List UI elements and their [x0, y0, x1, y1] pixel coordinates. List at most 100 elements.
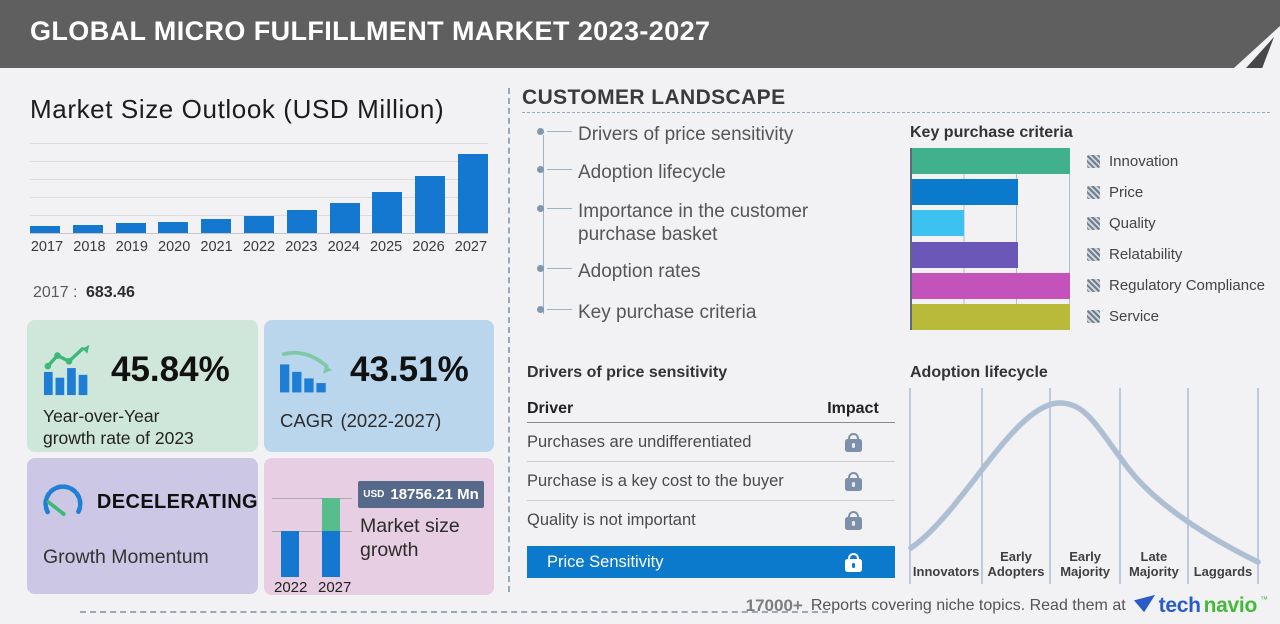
key-purchase-criteria-chart [910, 148, 1070, 330]
base-year-value: 2017 : 683.46 [33, 284, 135, 302]
criteria-bar [912, 179, 1018, 205]
legend-hatch-icon [1087, 217, 1100, 230]
impact-cell [811, 472, 895, 491]
customer-landscape-item: Adoption lifecycle [578, 162, 858, 185]
criteria-bar [912, 242, 1018, 268]
legend-label: Regulatory Compliance [1109, 277, 1265, 294]
decline-trend-icon [280, 346, 336, 394]
growth-card-label: Market size growth [360, 514, 480, 563]
customer-landscape-item: Adoption rates [578, 261, 858, 284]
driver-row: Purchase is a key cost to the buyer [527, 462, 895, 501]
axis-year-label: 2023 [280, 239, 322, 255]
axis-year-label: 2020 [153, 239, 195, 255]
market-size-bar [30, 226, 60, 233]
customer-landscape-item: Importance in the customer purchase bask… [578, 201, 858, 247]
technavio-brand-navio: navio [1204, 594, 1257, 618]
market-size-bar [116, 223, 146, 233]
impact-column-header: Impact [811, 400, 895, 418]
axis-year-label: 2017 [26, 239, 68, 255]
cagr-card: 43.51% CAGR (2022-2027) [264, 320, 494, 452]
market-size-chart [30, 143, 488, 234]
key-purchase-criteria-legend: Innovation Price Quality Relatability Regula… [1087, 148, 1265, 330]
axis-year-label: 2018 [68, 239, 110, 255]
growth-amount: 18756.21 Mn [390, 486, 478, 503]
criteria-bar [912, 273, 1070, 299]
criteria-bar [912, 304, 1070, 330]
axis-year-label: 2019 [111, 239, 153, 255]
criteria-bar [912, 148, 1070, 174]
axis-year-label: 2022 [238, 239, 280, 255]
yoy-growth-caption-line1: Year-over-Year [43, 406, 258, 428]
legend-item: Innovation [1087, 148, 1265, 174]
driver-name: Purchase is a key cost to the buyer [527, 472, 784, 491]
technavio-arrow-icon [1134, 594, 1156, 614]
cagr-value: 43.51% [350, 350, 469, 390]
growth-momentum-card: DECELERATING Growth Momentum [27, 458, 258, 594]
lock-icon [845, 478, 862, 491]
growth-trend-icon [43, 344, 97, 396]
adoption-stage-label: EarlyAdopters [981, 550, 1051, 580]
market-size-title: Market Size Outlook (USD Million) [30, 94, 444, 125]
base-year-label: 2017 : [33, 284, 77, 301]
adoption-lifecycle-title: Adoption lifecycle [910, 364, 1048, 382]
panel-divider [508, 88, 510, 592]
legend-label: Service [1109, 308, 1159, 325]
price-sensitivity-table: Driver Impact Purchases are undifferenti… [527, 396, 895, 539]
axis-year-label: 2021 [196, 239, 238, 255]
footer-text: Reports covering niche topics. Read them… [811, 597, 1126, 615]
growth-amount-badge: USD 18756.21 Mn [358, 481, 484, 508]
mini-chart-gridline [272, 498, 352, 499]
market-size-bar [244, 216, 274, 233]
market-size-bar [415, 176, 445, 233]
adoption-stage-label: LateMajority [1119, 550, 1189, 580]
momentum-status: DECELERATING [97, 491, 258, 514]
legend-label: Price [1109, 184, 1143, 201]
axis-year-label: 2027 [450, 239, 492, 255]
adoption-stage-label: Laggards [1188, 565, 1258, 580]
legend-label: Quality [1109, 215, 1156, 232]
market-size-bar [372, 192, 402, 233]
legend-hatch-icon [1087, 279, 1100, 292]
yoy-growth-card: 45.84% Year-over-Year growth rate of 202… [27, 320, 258, 452]
lock-icon [845, 439, 862, 452]
page-title: GLOBAL MICRO FULFILLMENT MARKET 2023-202… [0, 0, 1280, 47]
market-size-bar [158, 222, 188, 233]
header-banner: GLOBAL MICRO FULFILLMENT MARKET 2023-202… [0, 0, 1280, 68]
base-year-amount: 683.46 [86, 284, 135, 301]
driver-name: Quality is not important [527, 511, 696, 530]
legend-hatch-icon [1087, 186, 1100, 199]
legend-hatch-icon [1087, 248, 1100, 261]
legend-item: Quality [1087, 210, 1265, 236]
cagr-label: CAGR [280, 410, 333, 431]
adoption-lifecycle-chart: InnovatorsEarlyAdoptersEarlyMajorityLate… [908, 388, 1268, 584]
growth-currency: USD [363, 489, 384, 500]
technavio-logo[interactable]: technavio ™ [1134, 594, 1268, 618]
technavio-brand-tech: tech [1159, 594, 1201, 618]
driver-row: Quality is not important [527, 501, 895, 539]
price-sensitivity-drivers-title: Drivers of price sensitivity [527, 364, 727, 382]
lock-icon [845, 517, 862, 530]
yoy-growth-value: 45.84% [111, 350, 230, 390]
axis-year-label: 2024 [323, 239, 365, 255]
axis-year-label: 2026 [408, 239, 450, 255]
market-size-bar [201, 219, 231, 233]
legend-item: Price [1087, 179, 1265, 205]
legend-label: Relatability [1109, 246, 1182, 263]
lock-icon [845, 559, 862, 572]
price-sensitivity-label: Price Sensitivity [527, 553, 663, 572]
momentum-label: Growth Momentum [27, 524, 258, 569]
legend-label: Innovation [1109, 153, 1178, 170]
mini-axis-start-year: 2022 [274, 579, 307, 596]
mini-bar-2027 [322, 531, 340, 577]
driver-column-header: Driver [527, 400, 573, 418]
customer-landscape-item: Key purchase criteria [578, 302, 858, 325]
mini-axis-end-year: 2027 [318, 579, 351, 596]
yoy-growth-caption-line2: growth rate of 2023 [43, 428, 258, 450]
customer-landscape-title: CUSTOMER LANDSCAPE [522, 86, 786, 110]
market-size-bar [458, 154, 488, 233]
market-size-growth-card: 2022 2027 USD 18756.21 Mn Market size gr… [264, 458, 494, 595]
customer-landscape-underline [522, 112, 1270, 113]
cagr-period: (2022-2027) [340, 410, 441, 431]
infographic-page: GLOBAL MICRO FULFILLMENT MARKET 2023-202… [0, 0, 1280, 624]
customer-landscape-connector [543, 135, 544, 314]
